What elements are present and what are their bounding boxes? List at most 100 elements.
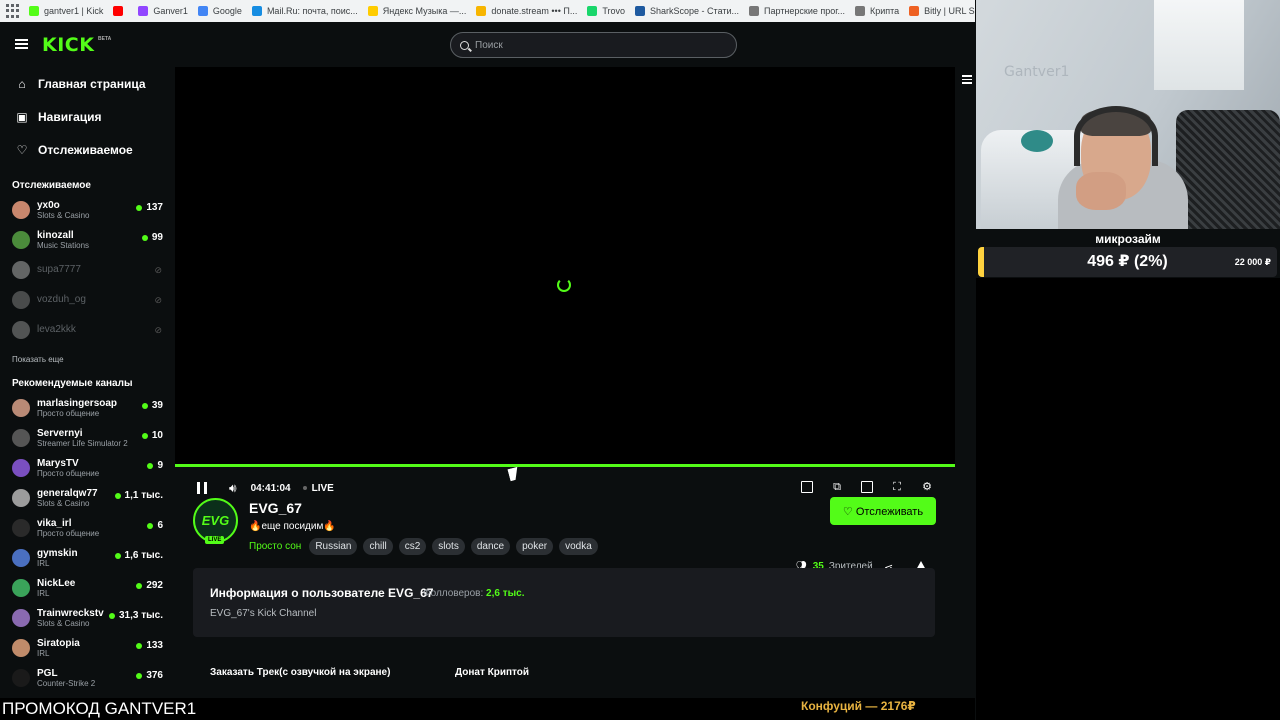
recommended-section-title: Рекомендуемые каналы [12, 378, 133, 389]
followers-count: Фолловеров: 2,6 тыс. [423, 588, 525, 599]
avatar [12, 321, 30, 339]
tag-chip[interactable]: vodka [559, 538, 598, 555]
sidebar-channel[interactable]: gymskin IRL 1,6 тыс. [0, 543, 172, 573]
offline-icon: ⊘ [154, 325, 162, 335]
tag-chip[interactable]: slots [432, 538, 465, 555]
tag-chip[interactable]: cs2 [398, 538, 427, 555]
sidebar-channel[interactable]: marlasingersoap Просто общение 39 [0, 393, 172, 423]
donation-amount: 496 ₽ (2%) [1087, 253, 1168, 270]
search-box[interactable] [450, 32, 737, 58]
avatar [12, 429, 30, 447]
volume-icon[interactable]: 🔊︎ [229, 481, 237, 496]
viewer-count-value: 31,3 тыс. [118, 610, 163, 621]
bookmark-item[interactable]: gantver1 | Kick [29, 6, 103, 16]
bookmark-item[interactable]: Крипта [854, 6, 899, 16]
video-player[interactable]: 🔊︎ 04:41:04 LIVE ⧉ ⛶ ⚙ [175, 67, 955, 509]
avatar [12, 231, 30, 249]
donation-goal-title: микрозайм [1095, 232, 1161, 246]
tag-chip[interactable]: Russian [309, 538, 358, 555]
sidebar-channel[interactable]: generalqw77 Slots & Casino 1,1 тыс. [0, 483, 172, 513]
bookmark-favicon-icon [749, 6, 760, 16]
live-dot-icon [114, 492, 121, 499]
donation-goal-bar: 496 ₽ (2%) 22 000 ₽ [978, 247, 1277, 277]
search-input[interactable] [475, 39, 715, 51]
tag-chip[interactable]: poker [516, 538, 554, 555]
loading-spinner-icon [557, 278, 571, 292]
bookmark-item[interactable]: Bitly | URL Shortene... [909, 6, 975, 16]
sidebar-channel[interactable]: NickLee IRL 292 [0, 573, 172, 603]
following-section-title: Отслеживаемое [12, 180, 91, 191]
sidebar-channel[interactable]: supa7777 ⊘ [0, 255, 172, 285]
channel-category: Просто общение [37, 469, 100, 479]
tag-chip[interactable]: dance [470, 538, 511, 555]
bookmark-item[interactable]: Партнерские прог... [749, 6, 845, 16]
channel-name: vozduh_og [37, 294, 86, 306]
theater-mode-icon[interactable] [861, 481, 873, 493]
stream-title: 🔥еще посидим🔥 [249, 521, 336, 532]
channel-category: Просто общение [37, 529, 100, 539]
miniplayer-icon[interactable] [801, 481, 813, 493]
bookmark-item[interactable]: donate.stream ••• П... [476, 6, 577, 16]
viewer-count: 1,6 тыс. [114, 550, 163, 561]
nav-home[interactable]: ⌂ Главная страница [0, 67, 172, 100]
sidebar-channel[interactable]: kinozall Music Stations 99 [0, 225, 172, 255]
nav-following[interactable]: ♡ Отслеживаемое [0, 133, 172, 166]
sidebar-channel[interactable]: Servernyi Streamer Life Simulator 2 10 [0, 423, 172, 453]
sidebar-channel[interactable]: Siratopia IRL 133 [0, 633, 172, 663]
kick-logo[interactable]: KICK [42, 34, 94, 56]
viewer-count-value: 1,1 тыс. [124, 490, 163, 501]
recommended-list: marlasingersoap Просто общение 39 Servernyi… [0, 393, 172, 693]
channel-category: IRL [37, 559, 50, 569]
sidebar-channel[interactable]: MarysTV Просто общение 9 [0, 453, 172, 483]
channel-name: PGL [37, 667, 58, 679]
stream-tags: Просто сон Russian chill cs2 slots dance poke… [249, 538, 598, 555]
chat-toggle-icon[interactable] [962, 75, 972, 84]
sidebar-channel[interactable]: vozduh_og ⊘ [0, 285, 172, 315]
nav-following-label: Отслеживаемое [38, 142, 133, 157]
pause-icon[interactable] [197, 482, 207, 494]
live-dot-icon [136, 642, 143, 649]
panel-order-track[interactable]: Заказать Трек(с озвучкой на экране) [210, 667, 390, 678]
bookmark-item[interactable]: Trovo [587, 6, 625, 16]
sidebar-channel[interactable]: leva2kkk ⊘ [0, 315, 172, 345]
bookmark-item[interactable]: Яндекс Музыка —... [367, 6, 466, 16]
follow-button[interactable]: ♡ Отслеживать [830, 497, 936, 525]
sidebar-channel[interactable]: Trainwreckstv Slots & Casino 31,3 тыс. [0, 603, 172, 633]
bookmark-favicon-icon [113, 6, 124, 16]
bookmarks-bar: gantver1 | Kick Ganver1 Google Mail.Ru: поч… [0, 0, 975, 22]
bookmark-item[interactable]: Mail.Ru: почта, поис... [251, 6, 358, 16]
fullscreen-icon[interactable]: ⛶ [891, 481, 903, 493]
live-dot-icon [114, 552, 121, 559]
bookmark-favicon-icon [587, 6, 598, 16]
channel-name[interactable]: EVG_67 [249, 500, 302, 516]
settings-gear-icon[interactable]: ⚙ [921, 481, 933, 493]
tag-chip[interactable]: chill [363, 538, 393, 555]
live-label: LIVE [311, 482, 334, 494]
avatar [12, 669, 30, 687]
screen: gantver1 | Kick Ganver1 Google Mail.Ru: поч… [0, 0, 1280, 720]
sidebar-channel[interactable]: yx0o Slots & Casino 137 [0, 195, 172, 225]
menu-icon[interactable] [15, 39, 28, 49]
live-dot-icon [147, 522, 154, 529]
donation-ticker: Конфуций — 2176₽ [801, 699, 916, 713]
bookmark-item[interactable]: SharkScope - Стати... [635, 6, 739, 16]
clip-icon[interactable]: ⧉ [831, 481, 843, 493]
avatar [12, 399, 30, 417]
sidebar-channel[interactable]: PGL Counter-Strike 2 376 [0, 663, 172, 693]
donation-goal-target: 22 000 ₽ [1234, 257, 1271, 267]
nav-browse[interactable]: ▣ Навигация [0, 100, 172, 133]
panel-crypto-donate[interactable]: Донат Криптой [455, 667, 529, 678]
bookmark-label: Mail.Ru: почта, поис... [266, 6, 358, 16]
viewer-count-value: 133 [146, 640, 163, 651]
bookmark-item[interactable]: Google [197, 6, 242, 16]
show-more-link[interactable]: Показать еще [0, 355, 172, 364]
bookmark-item[interactable]: Ganver1 [138, 6, 188, 16]
bookmark-label: Google [212, 6, 242, 16]
channel-name: gymskin [37, 547, 78, 559]
sidebar-channel[interactable]: vika_irl Просто общение 6 [0, 513, 172, 543]
avatar [12, 489, 30, 507]
apps-grid-icon[interactable] [6, 4, 19, 18]
bookmark-label: SharkScope - Стати... [650, 6, 740, 16]
bookmark-item[interactable] [113, 6, 128, 16]
stream-category[interactable]: Просто сон [249, 541, 301, 552]
